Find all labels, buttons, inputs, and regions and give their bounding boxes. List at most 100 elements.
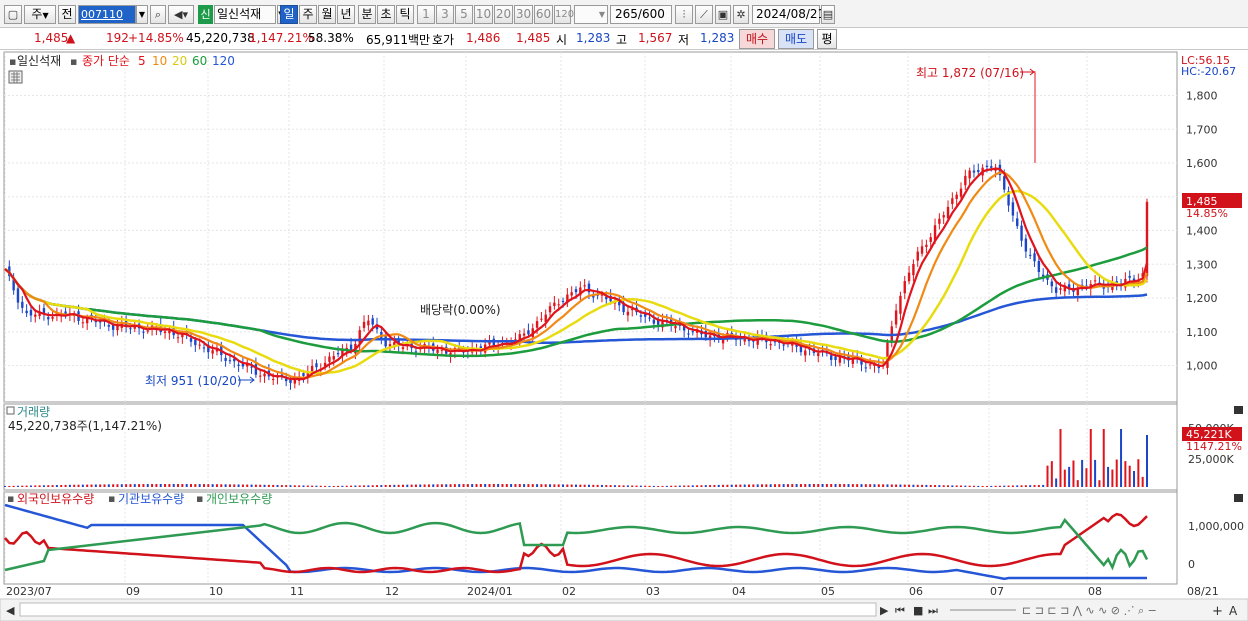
interval-3[interactable]: 3 [436,5,454,24]
x-axis-label: 05 [821,585,835,598]
volume-bar [1037,485,1040,487]
volume-bar [1029,485,1032,487]
volume-bar [886,484,889,487]
interval-30[interactable]: 30 [514,5,533,24]
period-tick[interactable]: 틱 [396,5,414,24]
volume-bar [319,485,322,487]
volume-bar [566,484,569,487]
volume-bar [228,484,231,487]
chart-area[interactable]: ▪ 일신석재 ▪ 종가 단순 5 10 20 60 120 LC:56.15 H… [0,50,1248,621]
price-panel[interactable] [3,51,1178,403]
candle-body [782,344,785,346]
volume-bar [527,484,530,487]
volume-bar [146,484,149,487]
volume-bar [4,486,6,487]
volume-bar [471,484,474,487]
volume-close-icon[interactable] [1234,406,1243,414]
volume-panel[interactable] [3,403,1178,491]
candle-body [639,315,643,317]
volume-bar [687,485,690,487]
gear-icon[interactable]: ✲ [733,5,749,24]
zoom-in-icon[interactable]: + [1212,604,1223,619]
candle-body [899,295,902,314]
volume-bar [64,484,67,487]
volume-bar [990,485,993,487]
unit-select[interactable]: 주▼ [24,5,56,24]
interval-20[interactable]: 20 [494,5,513,24]
volume-bar [1107,466,1110,487]
fast-forward-icon[interactable]: ⏭ [928,604,938,617]
volume-bar [799,484,802,487]
speaker-icon[interactable]: ◀▾ [168,5,194,24]
candle-icon[interactable]: ⫶ [675,5,693,24]
code-dropdown-button[interactable]: ▼ [136,5,148,24]
volume-bar [224,484,227,487]
volume-bar [462,484,465,487]
volume-bar [116,484,119,487]
buy-button[interactable]: 매수 [739,29,775,49]
stop-icon[interactable]: ■ [913,604,923,617]
stock-code-input[interactable]: 007110 [78,5,136,24]
holdings-close-icon[interactable] [1234,494,1243,502]
volume-bar [129,484,132,487]
volume-bar [518,484,521,487]
price-ytick: 1,300 [1186,258,1218,271]
volume-bar [427,484,430,487]
candle-body [985,165,989,168]
candle-body [769,344,772,346]
interval-5[interactable]: 5 [455,5,473,24]
search-icon[interactable]: ⌕ [150,5,166,24]
candle-body [946,206,950,219]
volume-bar [553,484,556,487]
calendar-icon[interactable]: ▤ [821,5,835,24]
rewind-icon[interactable]: ⏮ [895,604,905,617]
volume-bar [401,484,404,487]
period-minute[interactable]: 분 [358,5,376,24]
period-second[interactable]: 초 [377,5,395,24]
volume-bar [324,485,327,487]
period-week[interactable]: 주 [299,5,317,24]
date-input[interactable]: 2024/08/21 [752,5,825,24]
line-tool-icon[interactable]: ⟋ [695,5,713,24]
volume-bar [726,484,729,487]
candle-body [1003,176,1006,190]
window-icon[interactable]: ▢ [4,5,22,24]
interval-60[interactable]: 60 [534,5,553,24]
candle-body [202,347,206,349]
horizontal-scrollbar[interactable] [19,602,877,617]
volume-bar [406,484,409,487]
save-icon[interactable]: ▣ [715,5,731,24]
volume-bar [752,484,755,487]
interval-custom-input[interactable]: ▼ [574,5,608,24]
volume-bar [302,485,305,487]
volume-bar [445,484,448,487]
period-day[interactable]: 일 [280,5,298,24]
period-year[interactable]: 년 [337,5,355,24]
volume-bar [600,484,603,487]
prev-button[interactable]: 전 [58,5,76,24]
draw-tools-icon[interactable]: ⊏ ⊐ ⊏ ⊐ ⋀ ∿ ∿ ⊘ ⋰ ⌕ − [1022,604,1157,617]
interval-1[interactable]: 1 [417,5,435,24]
volume-bar [678,485,681,487]
stock-name-field[interactable]: 일신석재 [214,5,276,24]
volume-bar [544,484,547,487]
interval-120[interactable]: 120 [554,5,574,24]
volume-bar [237,484,240,487]
sell-button[interactable]: 매도 [778,29,814,49]
volume-title: 거래량 [17,405,50,419]
candle-body [198,344,201,346]
volume-bar [77,484,80,487]
open-label: 시 [556,33,568,47]
interval-10[interactable]: 10 [474,5,493,24]
text-tool-icon[interactable]: A [1229,604,1238,618]
scroll-right-icon[interactable]: ▶ [880,604,889,617]
volume-bar [12,485,15,487]
volume-bar [159,484,162,487]
volume-bar [683,485,686,487]
scroll-left-icon[interactable]: ◀ [6,604,15,617]
data-count-field[interactable]: 265/600 [610,5,672,24]
evaluate-button[interactable]: 평 [817,29,837,49]
candle-body [1059,288,1062,290]
volume-bar [769,484,772,487]
period-month[interactable]: 월 [318,5,336,24]
